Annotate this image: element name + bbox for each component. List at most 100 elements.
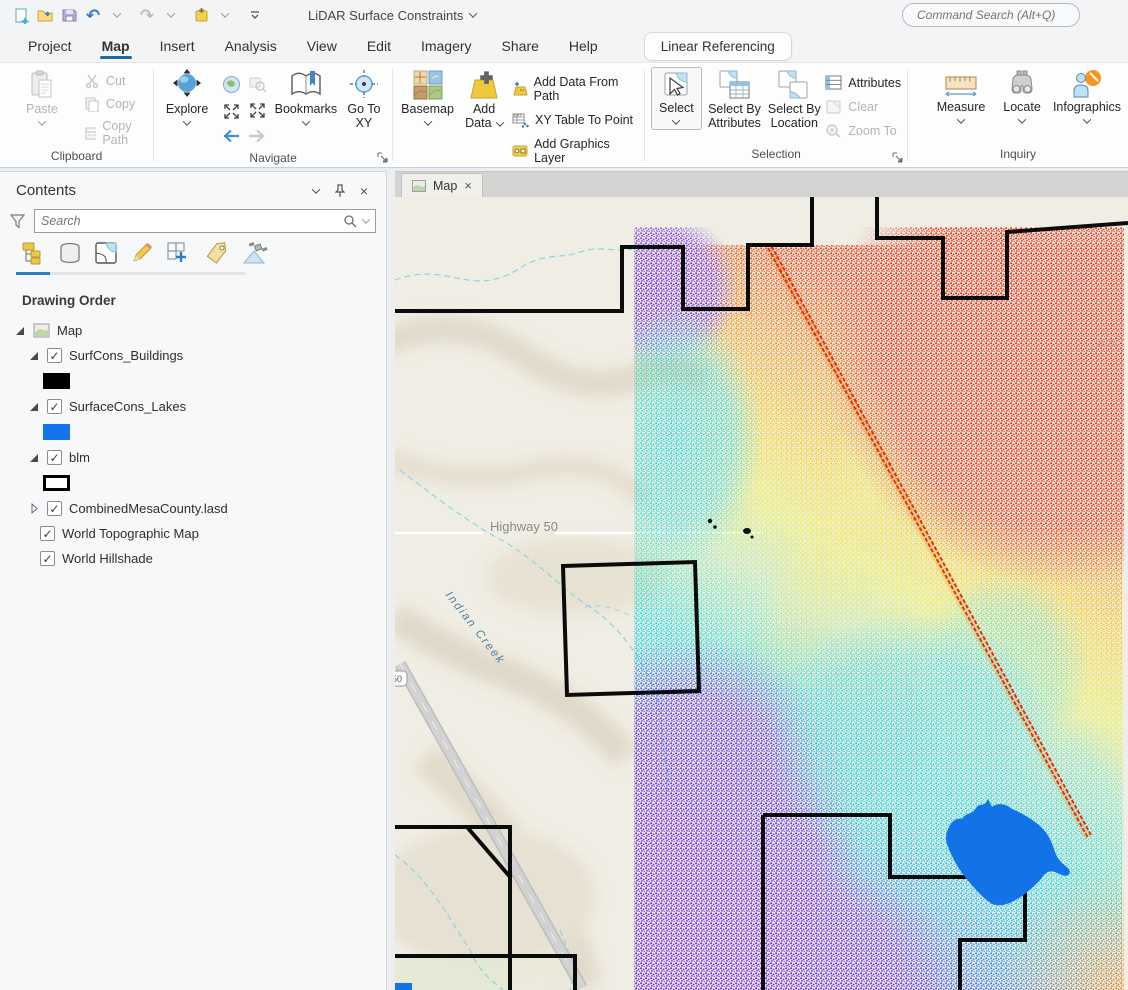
layer-row-map[interactable]: Map: [8, 318, 386, 343]
cut-button[interactable]: Cut: [84, 73, 147, 89]
measure-chevron[interactable]: [957, 115, 965, 123]
copy-button[interactable]: Copy: [84, 96, 147, 112]
attributes-button[interactable]: Attributes: [825, 75, 901, 90]
list-by-editing-tab[interactable]: [130, 241, 154, 275]
filter-icon[interactable]: [10, 214, 26, 229]
map-canvas[interactable]: 50 Highway 50 Indian Creek: [395, 197, 1128, 990]
expander-icon[interactable]: [28, 403, 40, 411]
copy-path-button[interactable]: Copy Path: [84, 119, 147, 147]
open-project-icon[interactable]: [34, 3, 56, 27]
infographics-button[interactable]: Infographics: [1052, 67, 1122, 124]
close-tab-icon[interactable]: ×: [464, 178, 472, 193]
list-by-labeling-tab[interactable]: [204, 241, 230, 275]
layer-row-blm[interactable]: ✓ blm: [8, 445, 386, 470]
pane-splitter[interactable]: [387, 171, 395, 990]
tab-analysis[interactable]: Analysis: [213, 32, 289, 60]
locate-chevron[interactable]: [1018, 115, 1026, 123]
pin-icon[interactable]: [333, 184, 346, 198]
redo-button[interactable]: ↷: [136, 3, 158, 27]
expander-collapsed-icon[interactable]: [28, 503, 40, 514]
tab-edit[interactable]: Edit: [355, 32, 403, 60]
tab-linear-referencing[interactable]: Linear Referencing: [644, 32, 792, 61]
map-view-tab[interactable]: Map ×: [401, 173, 483, 197]
explore-button[interactable]: Explore: [160, 67, 214, 126]
expander-icon[interactable]: [28, 454, 40, 462]
tab-insert[interactable]: Insert: [148, 32, 207, 60]
layer-visibility-checkbox[interactable]: ✓: [47, 501, 62, 516]
layer-visibility-checkbox[interactable]: ✓: [47, 399, 62, 414]
add-data-button[interactable]: Add Data: [460, 67, 508, 130]
layer-row-surfcons-buildings[interactable]: ✓ SurfCons_Buildings: [8, 343, 386, 368]
blm-symbol-swatch[interactable]: [42, 474, 72, 492]
redo-dropdown-chevron[interactable]: [160, 3, 182, 27]
measure-button[interactable]: Measure: [930, 67, 992, 124]
go-to-xy-button[interactable]: Go To XY: [342, 67, 386, 130]
clear-selection-button[interactable]: Clear: [825, 99, 901, 114]
undo-button[interactable]: ↶: [82, 3, 104, 27]
tab-share[interactable]: Share: [490, 32, 551, 60]
tab-project[interactable]: Project: [16, 32, 84, 60]
list-by-data-source-tab[interactable]: [58, 241, 82, 275]
fixed-zoom-in-button[interactable]: [218, 97, 244, 123]
customize-toolbar-icon[interactable]: [244, 3, 266, 27]
full-extent-button[interactable]: [218, 71, 244, 97]
paste-button[interactable]: Paste: [20, 67, 64, 126]
list-by-drawing-order-tab[interactable]: [20, 241, 46, 275]
zoom-to-selection-small-button[interactable]: Zoom To: [825, 123, 901, 138]
previous-extent-button[interactable]: [218, 123, 244, 149]
infographics-chevron[interactable]: [1083, 115, 1091, 123]
layer-visibility-checkbox[interactable]: ✓: [47, 348, 62, 363]
select-by-attributes-button[interactable]: Select By Attributes: [706, 67, 764, 130]
layer-visibility-checkbox[interactable]: ✓: [40, 526, 55, 541]
tab-help[interactable]: Help: [557, 32, 610, 60]
add-data-chevron[interactable]: [496, 118, 504, 126]
project-title[interactable]: LiDAR Surface Constraints: [308, 8, 476, 23]
search-options-chevron[interactable]: [362, 215, 370, 223]
list-by-selection-tab[interactable]: [94, 241, 118, 275]
add-graphics-layer-button[interactable]: Add Graphics Layer: [512, 137, 638, 165]
navigate-dialog-launcher-icon[interactable]: [377, 152, 388, 163]
select-button[interactable]: Select: [651, 67, 702, 130]
locate-button[interactable]: Locate: [996, 67, 1048, 124]
layer-row-world-topographic[interactable]: ✓ World Topographic Map: [8, 521, 386, 546]
undo-dropdown-chevron[interactable]: [106, 3, 128, 27]
list-by-perspective-tab[interactable]: [242, 241, 270, 275]
contents-search-input[interactable]: [41, 214, 337, 228]
zoom-to-selection-button[interactable]: [244, 71, 270, 97]
close-pane-icon[interactable]: ×: [360, 183, 368, 199]
layer-row-world-hillshade[interactable]: ✓ World Hillshade: [8, 546, 386, 571]
selection-dialog-launcher-icon[interactable]: [892, 152, 903, 163]
lakes-symbol-swatch[interactable]: [42, 423, 72, 441]
tab-view[interactable]: View: [295, 32, 349, 60]
select-chevron[interactable]: [672, 116, 680, 124]
command-search[interactable]: [902, 3, 1080, 27]
pane-options-chevron[interactable]: [312, 185, 320, 193]
bookmarks-chevron[interactable]: [302, 117, 310, 125]
package-dropdown-chevron[interactable]: [214, 3, 236, 27]
buildings-symbol-swatch[interactable]: [42, 372, 72, 390]
layer-row-surfacecons-lakes[interactable]: ✓ SurfaceCons_Lakes: [8, 394, 386, 419]
explore-chevron[interactable]: [183, 117, 191, 125]
save-project-icon[interactable]: [58, 3, 80, 27]
expander-icon[interactable]: [28, 352, 40, 360]
select-by-location-button[interactable]: Select By Location: [767, 67, 821, 130]
tab-map[interactable]: Map: [90, 32, 142, 60]
layer-visibility-checkbox[interactable]: ✓: [47, 450, 62, 465]
layer-visibility-checkbox[interactable]: ✓: [40, 551, 55, 566]
tab-imagery[interactable]: Imagery: [409, 32, 484, 60]
list-by-snapping-tab[interactable]: [166, 241, 192, 275]
basemap-chevron[interactable]: [423, 117, 431, 125]
layer-row-combinedmesacounty[interactable]: ✓ CombinedMesaCounty.lasd: [8, 496, 386, 521]
add-data-from-path-button[interactable]: Add Data From Path: [512, 75, 638, 103]
add-package-icon[interactable]: [190, 3, 212, 27]
paste-chevron[interactable]: [38, 117, 46, 125]
next-extent-button[interactable]: [244, 123, 270, 149]
fixed-zoom-out-button[interactable]: [244, 97, 270, 123]
bookmarks-button[interactable]: Bookmarks: [274, 67, 338, 126]
xy-table-to-point-button[interactable]: EXY XY Table To Point: [512, 112, 638, 128]
contents-search-box[interactable]: [34, 209, 376, 233]
basemap-button[interactable]: Basemap: [399, 67, 456, 126]
new-project-icon[interactable]: [10, 3, 32, 27]
command-search-input[interactable]: [917, 8, 1074, 22]
expander-icon[interactable]: [14, 327, 26, 335]
